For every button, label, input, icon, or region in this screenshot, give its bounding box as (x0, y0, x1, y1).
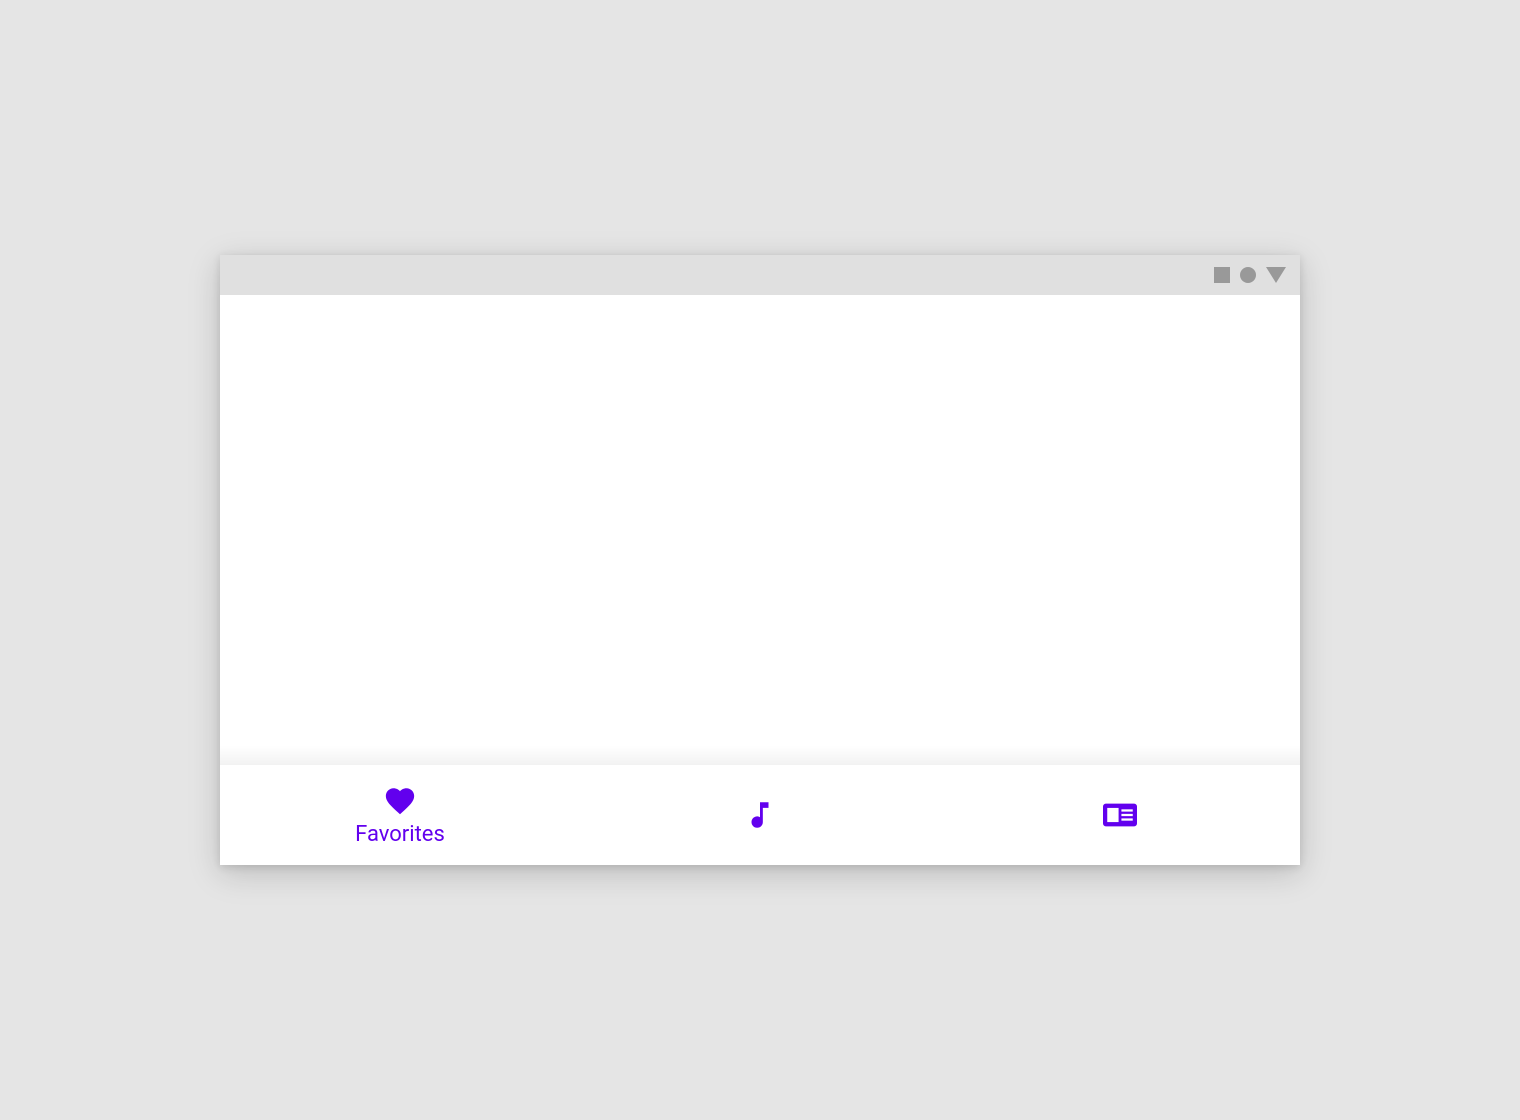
news-reader-icon (1103, 798, 1137, 832)
content-area (220, 295, 1300, 765)
status-bar (220, 255, 1300, 295)
nav-item-news[interactable]: News (940, 765, 1300, 865)
heart-icon (383, 784, 417, 818)
nav-item-music[interactable]: Music (580, 765, 940, 865)
music-note-icon (743, 798, 777, 832)
status-triangle-icon (1266, 267, 1286, 283)
status-circle-icon (1240, 267, 1256, 283)
nav-label-favorites: Favorites (355, 822, 445, 847)
bottom-navigation: Favorites Music News (220, 765, 1300, 865)
nav-item-favorites[interactable]: Favorites (220, 765, 580, 865)
device-frame: Favorites Music News (220, 255, 1300, 865)
status-square-icon (1214, 267, 1230, 283)
content-shadow (220, 745, 1300, 765)
